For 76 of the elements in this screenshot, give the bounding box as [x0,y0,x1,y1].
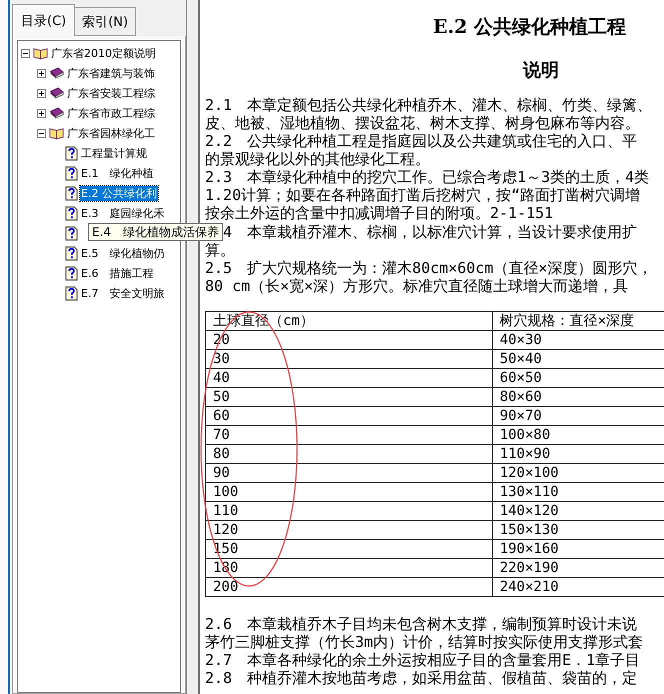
table-cell: 100 [206,482,492,502]
paragraph-line: 2.7 本章各种绿化的余土外运按相应子目的含量套用E．1章子目 [205,651,642,669]
help-page-icon [65,186,78,200]
table-cell: 70 [206,426,492,444]
table-cell: 150×130 [492,520,664,540]
tree-item[interactable]: E.7 安全文明旅 [80,286,166,300]
table-cell: 40 [206,368,492,388]
paragraph-line: 2.3 本章绿化种植中的挖穴工作。已综合考虑1～3类的土质，4类 [205,168,650,186]
table-cell: 140×120 [492,502,664,520]
table-cell: 80 [206,444,492,464]
tab[interactable]: 目录(C) [12,4,76,36]
collapse-toggle[interactable] [21,48,30,58]
tree-item[interactable]: 广东省安装工程综 [66,86,156,100]
table-cell: 90 [206,464,492,482]
paragraph-line: 2.2 公共绿化种植工程是指庭园以及公共建筑或住宅的入口、平 [205,132,638,150]
help-page-icon [65,166,78,180]
book-icon [49,86,64,100]
paragraph-line: 1.20计算；如要在各种路面打凿后挖树穴，按“路面打凿树穴调增 [205,186,642,204]
table-cell: 30 [206,350,492,368]
expand-toggle[interactable] [37,108,46,118]
tree-item[interactable]: 广东省市政工程综 [66,106,156,120]
section-heading: 说明 [523,59,560,82]
tree-item[interactable]: 广东省2010定额说明 [50,46,157,60]
column-header: 树穴规格：直径×深度 [492,312,664,330]
expand-toggle[interactable] [37,68,46,78]
tree-item[interactable]: E.5 绿化植物仍 [80,246,166,260]
table-cell: 190×160 [492,540,664,558]
help-page-icon [65,206,78,220]
table-cell: 110×90 [492,444,664,464]
book-icon [49,106,64,120]
tree-item[interactable]: 广东省园林绿化工 [66,126,156,140]
paragraph-line: 皮、地被、湿地植物、摆设盆花、树木支撑、树身包麻布等内容。 [205,114,641,132]
table-cell: 110 [206,502,492,520]
table-cell: 220×190 [492,558,664,578]
table-cell: 240×210 [492,578,664,596]
paragraph-line: 2.8 种植乔灌木按地苗考虑，如采用盆苗、假植苗、袋苗的，定 [205,669,638,687]
tree-item[interactable]: E.6 措施工程 [80,266,154,280]
table-cell: 120 [206,520,492,540]
document-title: E.2 公共绿化种植工程 [433,15,627,40]
tree-item[interactable]: E.1 绿化种植 [80,166,154,180]
help-page-icon [65,246,78,260]
help-page-icon [65,286,78,300]
open-book-icon [49,126,64,140]
help-page-icon [65,266,78,280]
table-cell: 130×110 [492,482,664,502]
help-page-icon [65,226,78,240]
tab[interactable]: 索引(N) [74,7,136,36]
tree-item[interactable]: E.3 庭园绿化禾 [80,206,166,220]
paragraph-line: 2.1 本章定额包括公共绿化种植乔木、灌木、棕榈、竹类、绿篱、 [205,96,654,114]
help-page-icon [65,146,78,160]
table-cell: 60 [206,406,492,426]
paragraph-line: 80 cm（长×宽×深）方形穴。标准穴直径随土球增大而递增，具 [205,277,630,295]
paragraph-line: 4 本章栽植乔灌木、棕榈，以标准穴计算，当设计要求使用扩 [223,223,638,241]
table-cell: 90×70 [492,406,664,426]
expand-toggle[interactable] [37,88,46,98]
paragraph-line: 算。 [205,241,236,259]
table-cell: 200 [206,578,492,596]
table-cell: 60×50 [492,368,664,388]
table-cell: 50×40 [492,350,664,368]
paragraph-line: 2.5 扩大穴规格统一为：灌木80cm×60cm（直径×深度）圆形穴， [205,259,654,277]
collapse-toggle[interactable] [37,128,46,138]
paragraph-line: 茅竹三脚桩支撑（竹长3m内）计价，结算时按实际使用支撑形式套 [205,633,644,651]
table-cell: 120×100 [492,464,664,482]
table-cell: 50 [206,388,492,406]
table-cell: 40×30 [492,330,664,350]
book-icon [49,66,64,80]
paragraph-line: 按余土外运的含量中扣减调增子目的附项。2-1-151 [205,204,554,222]
tooltip: E.4 绿化植物成活保养 [88,223,224,241]
tree-item[interactable]: 工程量计算规 [80,146,148,160]
open-book-icon [33,46,48,60]
tree-item[interactable]: E.2 公共绿化利 [80,186,158,200]
table-cell: 100×80 [492,426,664,444]
tree-item[interactable]: 广东省建筑与装饰 [66,66,156,80]
table-cell: 80×60 [492,388,664,406]
paragraph-line: 2.6 本章栽植乔木子目均未包含树木支撑，编制预算时设计未说 [205,615,638,633]
paragraph-line: 的景观绿化以外的其他绿化工程。 [205,150,431,168]
